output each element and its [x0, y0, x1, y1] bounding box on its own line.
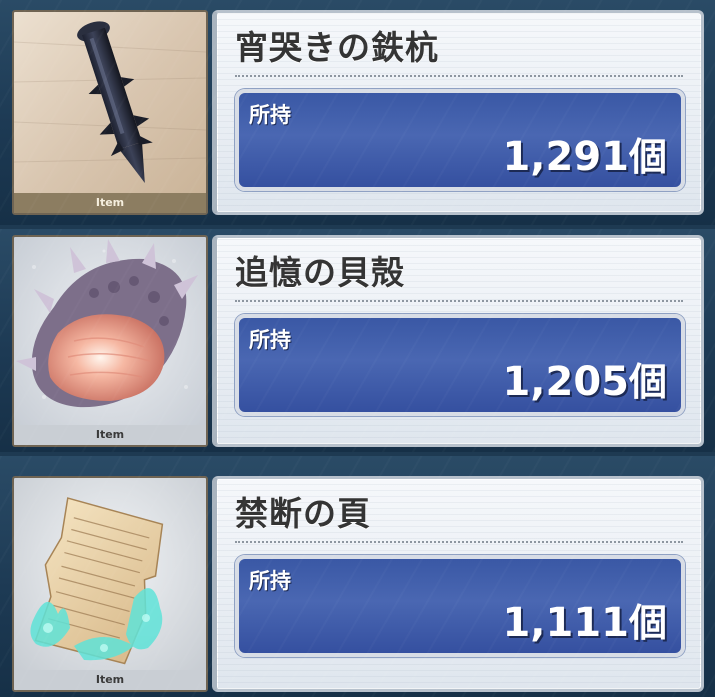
item-thumbnail[interactable]: Item — [12, 10, 208, 215]
item-type-tag: Item — [14, 670, 206, 690]
owned-label: 所持 — [249, 103, 291, 127]
item-info-panel: 禁断の頁 所持 1,111個 — [212, 476, 704, 692]
item-type-tag: Item — [14, 193, 206, 213]
owned-count: 1,205個 — [502, 351, 667, 406]
divider — [235, 541, 683, 543]
item-name: 宵哭きの鉄杭 — [235, 28, 439, 67]
item-info-panel: 宵哭きの鉄杭 所持 1,291個 — [212, 10, 704, 215]
owned-label: 所持 — [249, 328, 291, 352]
item-row: Item 禁断の頁 所持 1,111個 — [0, 456, 715, 697]
item-name: 禁断の頁 — [235, 494, 371, 533]
owned-count-unit: 個 — [628, 360, 667, 404]
torn-page-icon — [14, 478, 206, 690]
item-name: 追憶の貝殻 — [235, 253, 405, 292]
item-row: Item 追憶の貝殻 所持 1,205個 — [0, 229, 715, 452]
item-thumbnail[interactable]: Item — [12, 235, 208, 447]
owned-count-value: 1,111 — [502, 600, 629, 646]
owned-count: 1,291個 — [502, 126, 667, 181]
owned-label: 所持 — [249, 569, 291, 593]
owned-count-value: 1,205 — [502, 359, 629, 405]
divider — [235, 75, 683, 77]
item-thumbnail[interactable]: Item — [12, 476, 208, 692]
iron-stake-icon — [14, 12, 206, 213]
divider — [235, 300, 683, 302]
item-row: Item 宵哭きの鉄杭 所持 1,291個 — [0, 0, 715, 225]
owned-count-box: 所持 1,205個 — [235, 314, 685, 416]
owned-count-box: 所持 1,111個 — [235, 555, 685, 657]
owned-count-value: 1,291 — [502, 134, 629, 180]
owned-count-box: 所持 1,291個 — [235, 89, 685, 191]
item-type-tag: Item — [14, 425, 206, 445]
item-info-panel: 追憶の貝殻 所持 1,205個 — [212, 235, 704, 447]
owned-count-unit: 個 — [628, 135, 667, 179]
spiked-shell-icon — [14, 237, 206, 445]
owned-count: 1,111個 — [502, 592, 667, 647]
owned-count-unit: 個 — [628, 601, 667, 645]
